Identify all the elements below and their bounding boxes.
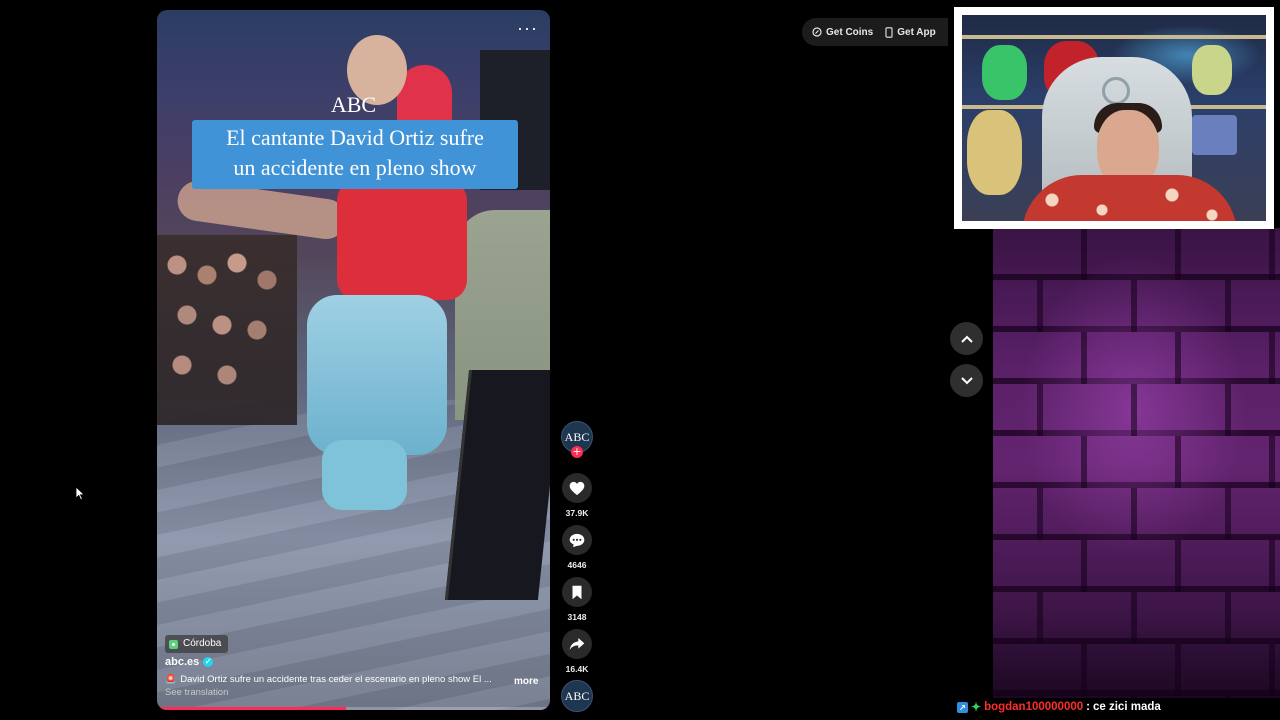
- toy-yellow: [967, 110, 1022, 195]
- chat-message: ↗ ✦ bogdan100000000 : ce zici mada: [957, 700, 1161, 714]
- see-translation-link[interactable]: See translation: [165, 687, 228, 698]
- save-action[interactable]: 3148: [561, 577, 593, 622]
- comment-count: 4646: [567, 560, 587, 570]
- shelf-top: [962, 35, 1266, 39]
- video-description: 🚨 David Ortiz sufre un accidente tras ce…: [165, 674, 535, 685]
- video-progress-bar[interactable]: [157, 707, 550, 710]
- video-headline: El cantante David Ortiz sufre un acciden…: [192, 120, 518, 189]
- comment-action[interactable]: 4646: [561, 525, 593, 570]
- location-pin-icon: [169, 639, 178, 649]
- location-badge[interactable]: Córdoba: [165, 635, 229, 653]
- phone-icon: [885, 26, 893, 38]
- video-frame-singer-shoes: [322, 440, 407, 510]
- share-arrow-icon: [569, 638, 585, 650]
- follow-button[interactable]: +: [571, 446, 583, 458]
- video-frame-singer-body: [337, 180, 467, 300]
- action-column: ABC + 37.9K 4646 3148 16.4K: [561, 421, 593, 674]
- chevron-up-icon: [960, 335, 973, 343]
- more-options-icon[interactable]: ···: [517, 18, 538, 39]
- author-name[interactable]: abc.es ✓: [165, 656, 214, 668]
- description-text: David Ortiz sufre un accidente tras cede…: [180, 674, 492, 685]
- get-app-label: Get App: [897, 26, 936, 38]
- sparkle-badge-icon: ✦: [971, 700, 982, 714]
- stream-background-wall: [993, 228, 1280, 698]
- video-frame-singer-legs: [307, 295, 447, 455]
- comment-icon: [569, 533, 585, 547]
- toy-right: [1192, 45, 1232, 95]
- headline-line-2: un accidente en pleno show: [233, 155, 477, 180]
- like-action[interactable]: 37.9K: [561, 473, 593, 518]
- play-button-plaque: [1192, 115, 1237, 155]
- headline-line-1: El cantante David Ortiz sufre: [226, 125, 484, 150]
- webcam-overlay: [954, 7, 1274, 229]
- location-label: Córdoba: [183, 638, 222, 649]
- like-count: 37.9K: [565, 508, 589, 518]
- verified-icon: ✓: [203, 657, 214, 667]
- video-player[interactable]: ··· ABC El cantante David Ortiz sufre un…: [157, 10, 550, 710]
- prime-badge-icon: ↗: [957, 701, 968, 713]
- alert-icon: 🚨: [165, 674, 177, 684]
- heart-icon: [569, 481, 585, 495]
- creator-avatar[interactable]: ABC +: [561, 421, 593, 458]
- streamer-shirt: [1022, 175, 1237, 221]
- video-frame-crowd: [157, 235, 297, 425]
- get-app-button[interactable]: Get App: [885, 27, 936, 38]
- more-button[interactable]: more: [514, 676, 538, 687]
- wall-bricks-b: [993, 228, 1280, 698]
- comment-button[interactable]: [562, 525, 592, 555]
- mouse-cursor-icon: [75, 486, 85, 501]
- share-count: 16.4K: [565, 664, 589, 674]
- previous-video-button[interactable]: [950, 322, 983, 355]
- share-button[interactable]: [562, 629, 592, 659]
- save-count: 3148: [567, 612, 587, 622]
- chevron-down-icon: [960, 376, 973, 384]
- next-video-button[interactable]: [950, 364, 983, 397]
- music-disc-avatar[interactable]: ABC: [561, 680, 593, 712]
- share-action[interactable]: 16.4K: [561, 629, 593, 674]
- music-disc-text: ABC: [564, 689, 590, 703]
- toy-green: [982, 45, 1027, 100]
- chat-separator: :: [1086, 701, 1090, 713]
- bookmark-icon: [572, 585, 582, 599]
- video-progress-fill: [157, 707, 346, 710]
- chat-username[interactable]: bogdan100000000: [984, 701, 1083, 713]
- webcam-feed: [962, 15, 1266, 221]
- chat-text: ce zici mada: [1093, 701, 1161, 713]
- overlay-logo: ABC: [330, 92, 377, 117]
- creator-avatar-text: ABC: [564, 430, 590, 444]
- chair-logo-icon: [1102, 77, 1130, 105]
- save-button[interactable]: [562, 577, 592, 607]
- get-coins-label: Get Coins: [826, 26, 874, 38]
- author-handle[interactable]: abc.es: [165, 656, 199, 668]
- header-actions: Get Coins Get App: [802, 18, 948, 46]
- get-coins-button[interactable]: Get Coins: [812, 27, 873, 38]
- like-button[interactable]: [562, 473, 592, 503]
- coin-icon: [812, 27, 822, 37]
